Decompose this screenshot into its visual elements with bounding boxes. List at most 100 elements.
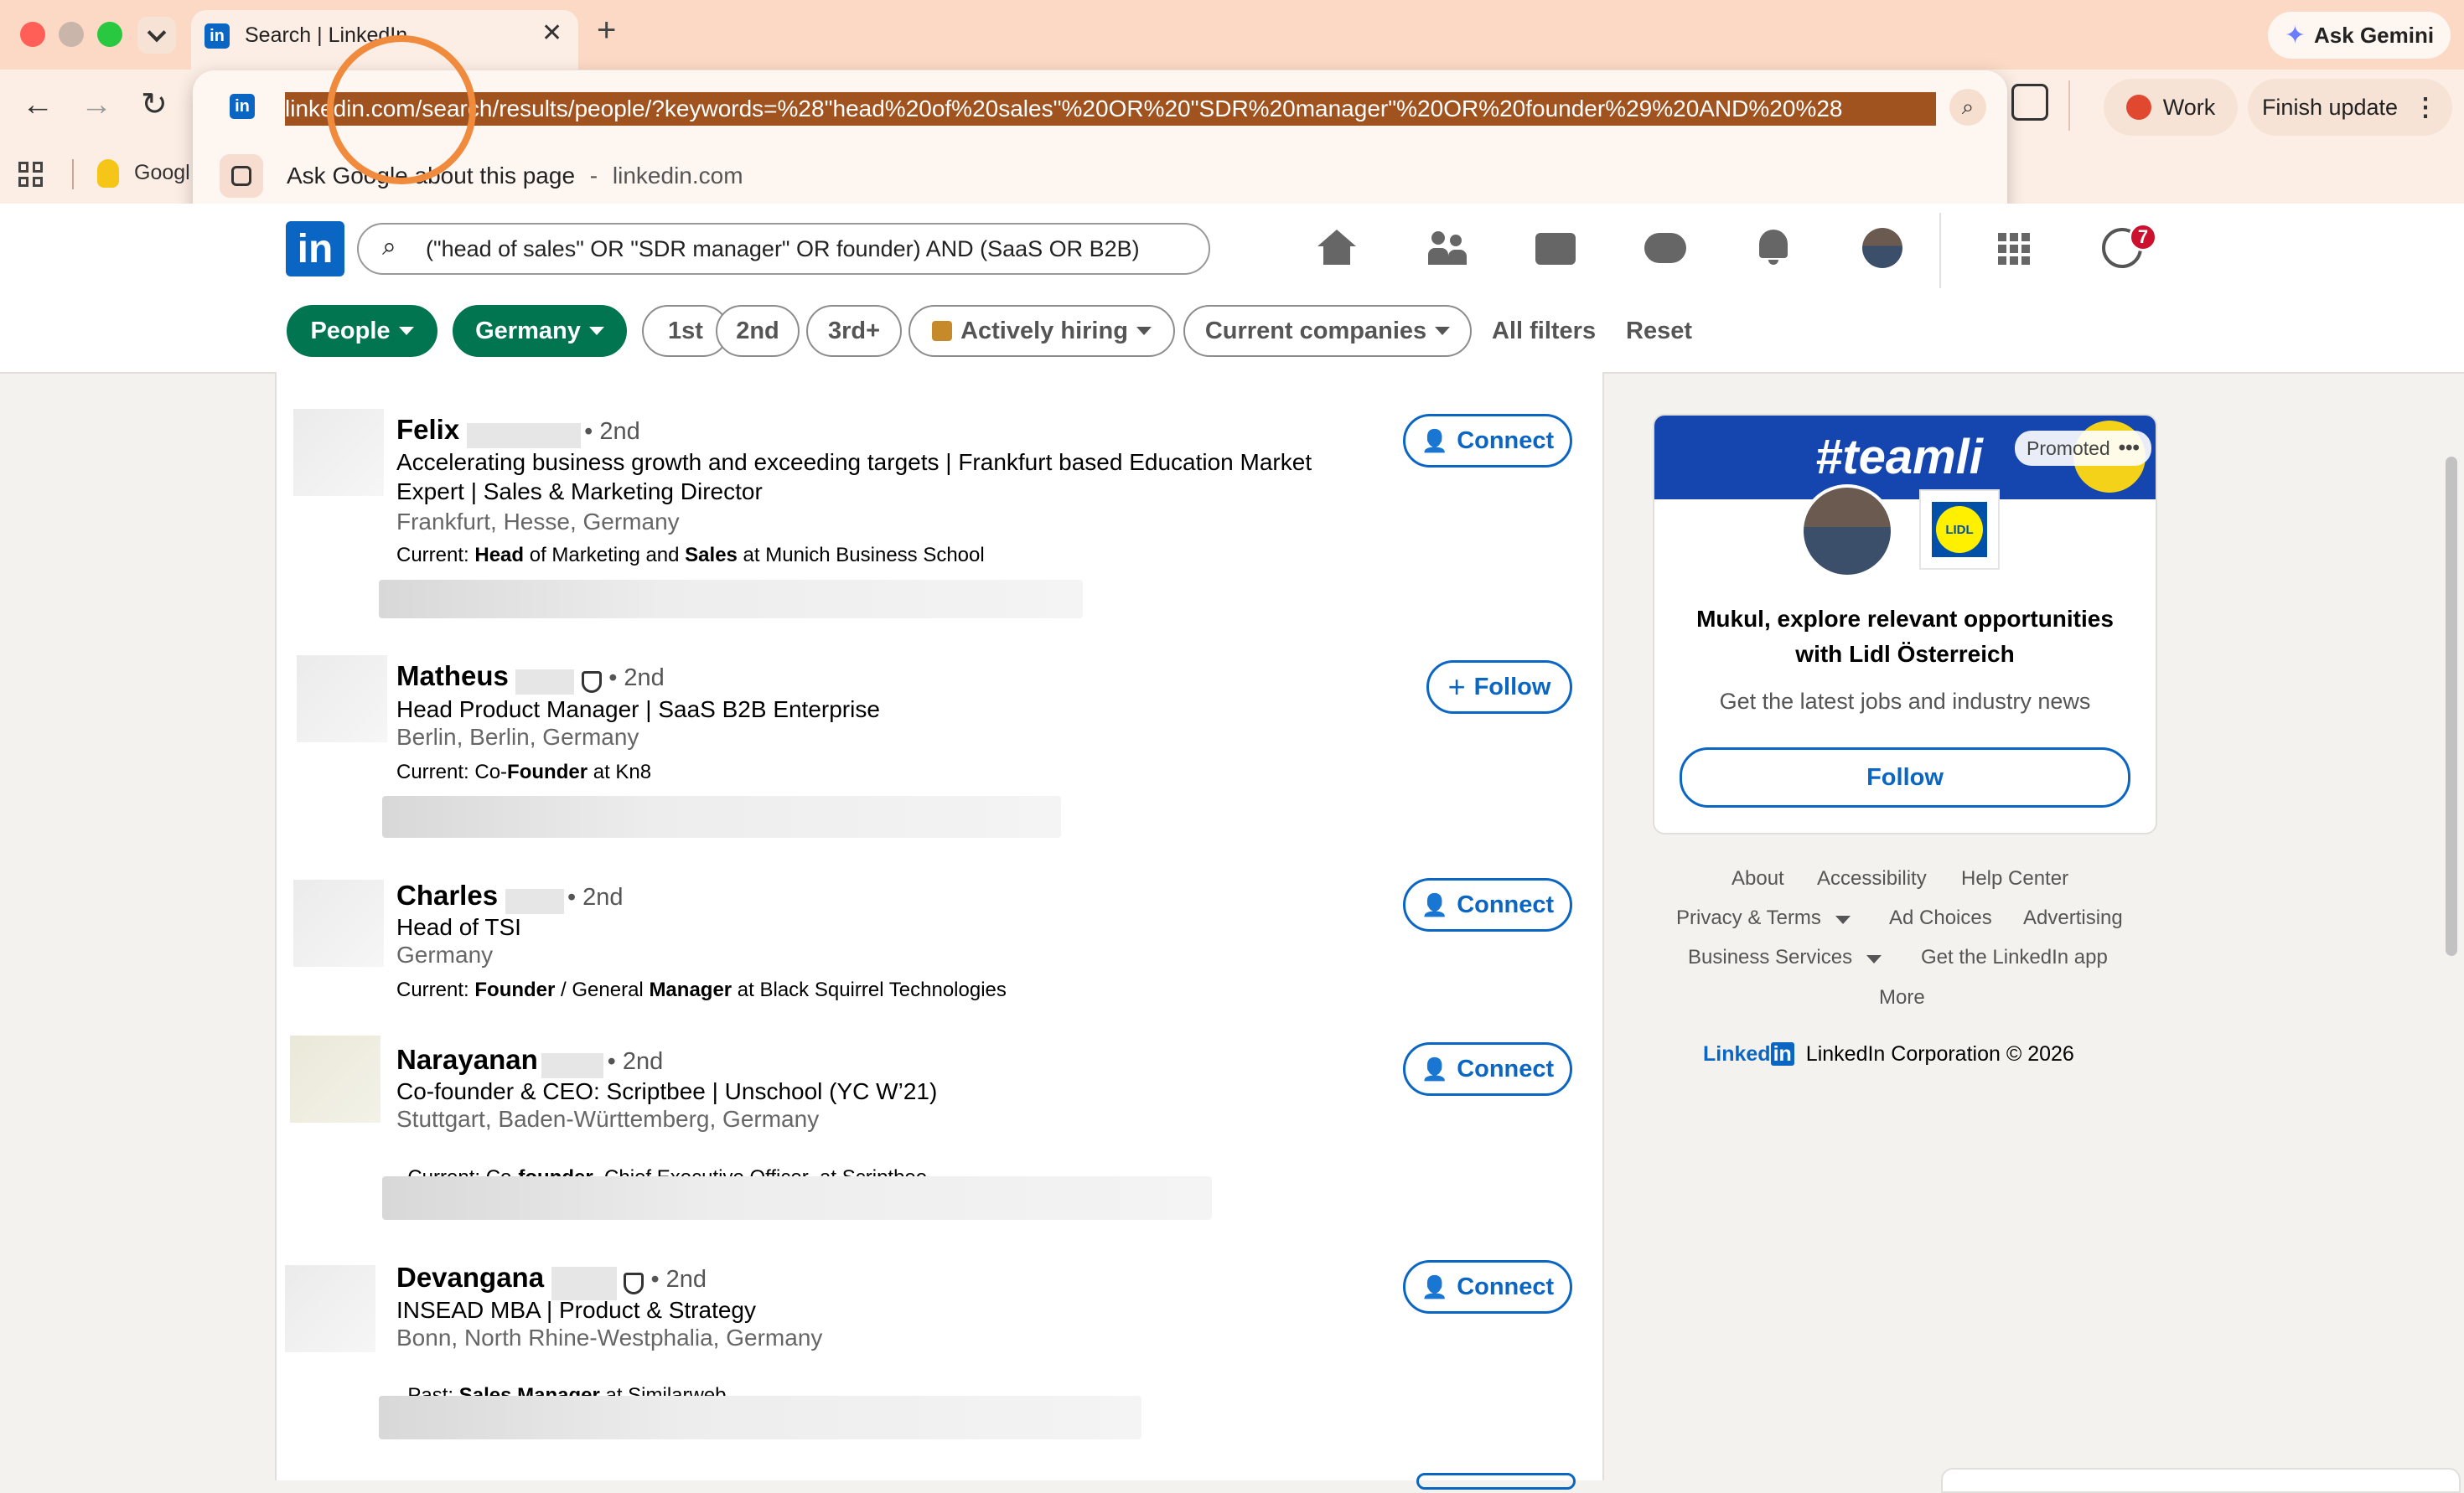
result-name-link[interactable]: Devangana — [396, 1262, 544, 1293]
work-apps-grid-icon[interactable] — [1998, 233, 2030, 265]
footer-more-link[interactable]: More — [1879, 986, 1925, 1010]
follow-label: Follow — [1866, 763, 1944, 791]
result-location: Stuttgart, Baden-Württemberg, Germany — [396, 1106, 820, 1132]
ask-gemini-button[interactable]: ✦ Ask Gemini — [2268, 12, 2451, 59]
reload-icon[interactable]: ↻ — [141, 85, 168, 123]
address-bar-input[interactable]: linkedin.com/search/results/people/?keyw… — [285, 92, 1936, 126]
result-avatar[interactable] — [297, 655, 387, 742]
result-name-link[interactable]: Charles — [396, 880, 498, 911]
lidl-logo-text: LIDL — [1936, 506, 1983, 553]
highlight-term: Founder — [474, 979, 556, 1001]
redacted-surname — [541, 1052, 604, 1078]
profile-avatar-icon — [2125, 95, 2151, 120]
all-filters-button[interactable]: All filters — [1492, 318, 1596, 345]
page-scrollbar-thumb[interactable] — [2446, 457, 2457, 956]
connection-degree: • 2nd — [607, 1048, 664, 1075]
result-headline: Head Product Manager | SaaS B2B Enterpri… — [396, 696, 880, 722]
footer-business-services-link[interactable]: Business Services — [1688, 946, 1882, 969]
current-text: at Kn8 — [588, 761, 652, 783]
url-text: linkedin.com/search/results/people/?keyw… — [285, 96, 1843, 121]
notifications-bell-icon[interactable] — [1755, 230, 1792, 265]
result-avatar[interactable] — [285, 1265, 375, 1352]
profile-work-button[interactable]: Work — [2104, 79, 2238, 136]
gemini-sparkle-icon: ✦ — [2284, 21, 2306, 49]
footer-brand-in: in — [1770, 1042, 1794, 1066]
footer-help-link[interactable]: Help Center — [1961, 867, 2068, 891]
footer-accessibility-link[interactable]: Accessibility — [1817, 867, 1927, 891]
connect-button[interactable]: 👤 Connect — [1403, 878, 1572, 932]
highlight-term: Founder — [507, 761, 588, 783]
result-avatar[interactable] — [293, 880, 384, 967]
add-person-icon: 👤 — [1421, 1273, 1449, 1299]
apps-grid-icon[interactable] — [18, 162, 44, 187]
home-icon[interactable] — [1317, 230, 1356, 265]
current-text: / General — [555, 979, 650, 1001]
jobs-briefcase-icon[interactable] — [1535, 233, 1576, 265]
result-name-row: Charles • 2nd — [396, 880, 624, 914]
linkedin-logo-icon[interactable]: in — [286, 221, 344, 276]
highlight-term: Manager — [649, 979, 732, 1001]
google-lens-search-icon[interactable]: ⌕ — [1949, 89, 1986, 126]
result-name-row: Narayanan • 2nd — [396, 1044, 663, 1078]
result-name-link[interactable]: Narayanan — [396, 1044, 538, 1075]
result-name-link[interactable]: Matheus — [396, 660, 509, 691]
messaging-icon[interactable] — [1644, 233, 1686, 263]
caret-down-icon — [1136, 327, 1152, 335]
filter-location[interactable]: Germany — [453, 305, 627, 357]
caret-down-icon — [1866, 955, 1882, 963]
footer-ad-choices-link[interactable]: Ad Choices — [1889, 907, 1992, 930]
forward-arrow-icon[interactable]: → — [80, 87, 112, 123]
chevron-down-icon — [147, 23, 167, 43]
result-avatar[interactable] — [290, 1036, 380, 1123]
result-name-link[interactable]: Felix — [396, 414, 459, 445]
me-avatar[interactable] — [1862, 228, 1902, 268]
verified-shield-icon — [623, 1272, 644, 1294]
back-arrow-icon[interactable]: ← — [22, 87, 54, 123]
caret-down-icon — [1835, 916, 1851, 924]
maximize-window-button[interactable] — [97, 22, 122, 47]
caret-down-icon — [1435, 327, 1451, 335]
next-connect-button-partial[interactable] — [1416, 1473, 1576, 1490]
finish-update-button[interactable]: Finish update ⋮ — [2248, 79, 2452, 136]
bookmarks-divider — [72, 159, 74, 189]
follow-button[interactable]: + Follow — [1426, 660, 1572, 714]
promoted-menu[interactable]: Promoted ••• — [2015, 431, 2151, 466]
filter-label: Current companies — [1204, 317, 1427, 344]
close-window-button[interactable] — [20, 22, 45, 47]
footer-about-link[interactable]: About — [1732, 867, 1784, 891]
current-prefix: Current: — [396, 979, 469, 1001]
connect-button[interactable]: 👤 Connect — [1403, 414, 1572, 468]
reset-filters-button[interactable]: Reset — [1626, 318, 1692, 345]
result-avatar[interactable] — [293, 409, 384, 496]
messaging-overlay-tab[interactable] — [1941, 1468, 2461, 1493]
footer-link-label: Privacy & Terms — [1676, 907, 1821, 929]
filter-3rd[interactable]: 3rd+ — [806, 305, 902, 357]
result-current-position: Current: Head of Marketing and Sales at … — [396, 544, 985, 567]
filter-current-companies[interactable]: Current companies — [1183, 305, 1472, 357]
global-search-input[interactable]: ⌕ ("head of sales" OR "SDR manager" OR f… — [357, 223, 1210, 275]
lidl-company-logo[interactable]: LIDL — [1919, 489, 2000, 570]
mutual-connections-blurred — [379, 1396, 1141, 1439]
promo-follow-button[interactable]: Follow — [1680, 747, 2130, 808]
new-tab-button[interactable]: + — [597, 12, 616, 49]
close-tab-icon[interactable]: ✕ — [541, 18, 562, 48]
minimize-window-button[interactable] — [59, 22, 84, 47]
redacted-surname — [515, 669, 575, 695]
filter-people[interactable]: People — [287, 305, 437, 357]
footer-privacy-link[interactable]: Privacy & Terms — [1676, 907, 1851, 930]
bookmark-label[interactable]: Googl — [134, 161, 190, 185]
tab-search-button[interactable] — [137, 17, 176, 54]
connect-button[interactable]: 👤 Connect — [1403, 1042, 1572, 1096]
connect-button[interactable]: 👤 Connect — [1403, 1260, 1572, 1314]
footer-advertising-link[interactable]: Advertising — [2023, 907, 2123, 930]
filter-2nd[interactable]: 2nd — [716, 305, 800, 357]
ask-google-lens-icon — [220, 154, 263, 198]
my-network-icon[interactable] — [1428, 230, 1467, 266]
result-headline: INSEAD MBA | Product & Strategy — [396, 1297, 756, 1323]
filter-actively-hiring[interactable]: Actively hiring — [908, 305, 1175, 357]
finish-update-label: Finish update — [2261, 94, 2399, 120]
promoted-label: Promoted — [2027, 437, 2110, 459]
linkedin-favicon-icon: in — [204, 23, 230, 49]
extensions-puzzle-icon[interactable] — [2011, 84, 2048, 121]
footer-get-app-link[interactable]: Get the LinkedIn app — [1921, 946, 2108, 969]
